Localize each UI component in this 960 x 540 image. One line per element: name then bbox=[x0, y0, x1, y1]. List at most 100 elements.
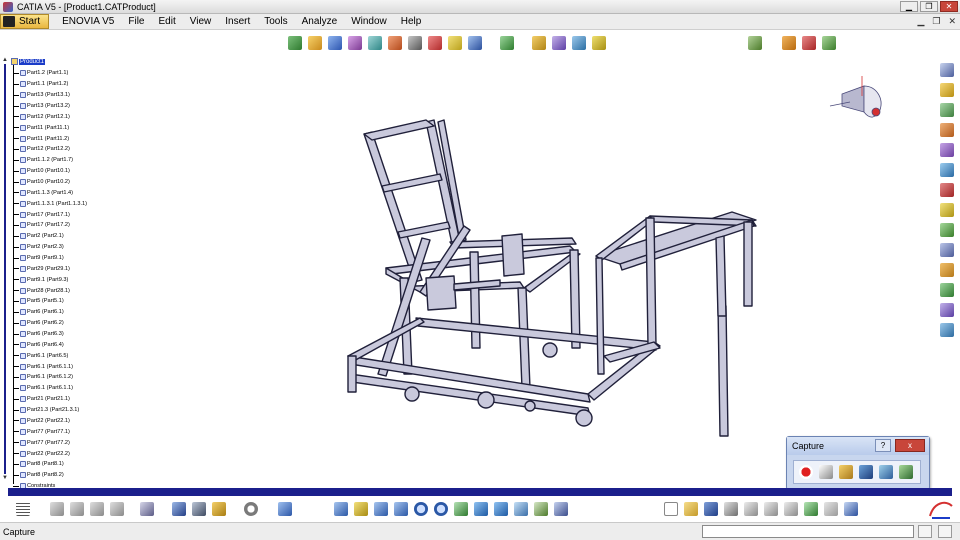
stop-manipulate-on-clash-icon[interactable] bbox=[937, 120, 957, 139]
knowledge-icon[interactable] bbox=[937, 300, 957, 319]
snap-icon[interactable] bbox=[937, 80, 957, 99]
selective-load-icon[interactable] bbox=[426, 34, 444, 52]
tree-item[interactable]: Part13 (Part13.2) bbox=[13, 101, 117, 112]
menu-window[interactable]: Window bbox=[344, 16, 394, 27]
tree-item[interactable]: Part6.1 (Part6.1.2) bbox=[13, 372, 117, 383]
constraint-4-icon[interactable] bbox=[108, 500, 126, 518]
multi-instantiation-icon[interactable] bbox=[466, 34, 484, 52]
constraint-2-icon[interactable] bbox=[68, 500, 86, 518]
tree-item[interactable]: Part6.1 (Part6.1.1) bbox=[13, 383, 117, 394]
distance-analysis-icon[interactable] bbox=[820, 34, 838, 52]
workbench-icon[interactable] bbox=[276, 500, 294, 518]
tree-item[interactable]: Part6 (Part6.4) bbox=[13, 339, 117, 350]
weld-feature-icon[interactable] bbox=[937, 220, 957, 239]
tree-item[interactable]: Part21.3 (Part21.3.1) bbox=[13, 405, 117, 416]
sectioning-icon[interactable] bbox=[800, 34, 818, 52]
enhanced-scene-icon[interactable] bbox=[937, 180, 957, 199]
start-menu[interactable]: Start bbox=[0, 14, 50, 29]
manipulation-icon[interactable] bbox=[937, 60, 957, 79]
redo-icon[interactable] bbox=[822, 500, 840, 518]
iso-view-icon[interactable] bbox=[492, 500, 510, 518]
doc-minimize-button[interactable]: ▁ bbox=[917, 16, 924, 27]
capture-options-icon[interactable] bbox=[837, 464, 854, 481]
tree-item[interactable]: Part9 (Part9.1) bbox=[13, 253, 117, 264]
tree-item[interactable]: Part1.1 (Part1.2) bbox=[13, 79, 117, 90]
menu-analyze[interactable]: Analyze bbox=[295, 16, 345, 27]
tree-item[interactable]: Part21 (Part21.1) bbox=[13, 394, 117, 405]
new-icon[interactable] bbox=[662, 500, 680, 518]
measure-icon[interactable] bbox=[746, 34, 764, 52]
tree-scrollbar[interactable]: ▲ ▼ bbox=[1, 56, 9, 488]
part-icon[interactable] bbox=[326, 34, 344, 52]
tree-item[interactable]: Part22 (Part22.2) bbox=[13, 448, 117, 459]
restore-button[interactable]: ❐ bbox=[920, 1, 938, 12]
explode-icon[interactable] bbox=[937, 100, 957, 119]
tree-item[interactable]: Part2 (Part2.1) bbox=[13, 231, 117, 242]
generate-numbering-icon[interactable] bbox=[406, 34, 424, 52]
menu-file[interactable]: File bbox=[121, 16, 151, 27]
compass-icon[interactable] bbox=[828, 72, 892, 132]
apply-material-icon[interactable] bbox=[937, 280, 957, 299]
constraint-3-icon[interactable] bbox=[88, 500, 106, 518]
copy-icon[interactable] bbox=[762, 500, 780, 518]
tree-item[interactable]: Part5 (Part5.1) bbox=[13, 296, 117, 307]
scenes-icon[interactable] bbox=[937, 160, 957, 179]
tree-item[interactable]: Part10 (Part10.2) bbox=[13, 177, 117, 188]
existing-component-icon[interactable] bbox=[346, 34, 364, 52]
cut-icon[interactable] bbox=[742, 500, 760, 518]
tree-item[interactable]: Part1.1.3.1 (Part1.1.3.1) bbox=[13, 198, 117, 209]
reuse-pattern-icon[interactable] bbox=[138, 500, 156, 518]
menu-view[interactable]: View bbox=[183, 16, 219, 27]
zoom-in-icon[interactable] bbox=[412, 500, 430, 518]
tree-item[interactable]: Part11 (Part11.2) bbox=[13, 133, 117, 144]
menu-tools[interactable]: Tools bbox=[257, 16, 294, 27]
catalog-browser-icon[interactable] bbox=[937, 240, 957, 259]
open-icon[interactable] bbox=[682, 500, 700, 518]
tree-item[interactable]: Part29 (Part29.1) bbox=[13, 263, 117, 274]
menu-edit[interactable]: Edit bbox=[152, 16, 183, 27]
tree-item[interactable]: Part9.1 (Part9.3) bbox=[13, 274, 117, 285]
whats-this-icon[interactable] bbox=[842, 500, 860, 518]
album-icon[interactable] bbox=[877, 464, 894, 481]
assembly-model[interactable] bbox=[120, 56, 936, 488]
clash-analysis-icon[interactable] bbox=[780, 34, 798, 52]
tree-item[interactable]: Part6 (Part6.3) bbox=[13, 329, 117, 340]
capture-settings-icon[interactable] bbox=[897, 464, 914, 481]
tree-item[interactable]: Part6.1 (Part6.5) bbox=[13, 350, 117, 361]
tree-item[interactable]: Part6 (Part6.2) bbox=[13, 318, 117, 329]
annotation-icon[interactable] bbox=[937, 200, 957, 219]
tree-root-product[interactable]: Product1 bbox=[11, 58, 46, 65]
replace-component-icon[interactable] bbox=[366, 34, 384, 52]
select-mode-icon[interactable] bbox=[817, 464, 834, 481]
status-button-1[interactable] bbox=[918, 525, 932, 538]
power-input-field[interactable] bbox=[702, 525, 914, 538]
help-button[interactable]: ? bbox=[875, 439, 891, 452]
horizontal-scrollbar[interactable] bbox=[8, 488, 952, 496]
scroll-down-arrow-icon[interactable]: ▼ bbox=[1, 474, 9, 482]
tree-item[interactable]: Part8 (Part8.2) bbox=[13, 470, 117, 481]
tree-item[interactable]: Part1.2 (Part1.1) bbox=[13, 68, 117, 79]
coincidence-constraint-icon[interactable] bbox=[530, 34, 548, 52]
component-icon[interactable] bbox=[286, 34, 304, 52]
constraint-1-icon[interactable] bbox=[48, 500, 66, 518]
offset-constraint-icon[interactable] bbox=[570, 34, 588, 52]
tree-item[interactable]: Part77 (Part77.1) bbox=[13, 426, 117, 437]
fit-all-in-icon[interactable] bbox=[352, 500, 370, 518]
update-icon[interactable] bbox=[498, 34, 516, 52]
split-icon[interactable] bbox=[170, 500, 188, 518]
tree-item[interactable]: Part17 (Part17.1) bbox=[13, 209, 117, 220]
3d-viewport[interactable] bbox=[120, 56, 936, 488]
publication-icon[interactable] bbox=[210, 500, 228, 518]
shading-icon[interactable] bbox=[512, 500, 530, 518]
tree-item[interactable]: Part13 (Part13.1) bbox=[13, 90, 117, 101]
multi-view-icon[interactable] bbox=[472, 500, 490, 518]
menu-enovia[interactable]: ENOVIA V5 bbox=[55, 16, 121, 27]
status-button-2[interactable] bbox=[938, 525, 952, 538]
tree-item[interactable]: Part17 (Part17.2) bbox=[13, 220, 117, 231]
paste-icon[interactable] bbox=[782, 500, 800, 518]
rotate-icon[interactable] bbox=[392, 500, 410, 518]
fix-component-icon[interactable] bbox=[590, 34, 608, 52]
hide-show-icon[interactable] bbox=[532, 500, 550, 518]
scroll-track[interactable] bbox=[4, 64, 6, 474]
scroll-up-arrow-icon[interactable]: ▲ bbox=[1, 56, 9, 64]
